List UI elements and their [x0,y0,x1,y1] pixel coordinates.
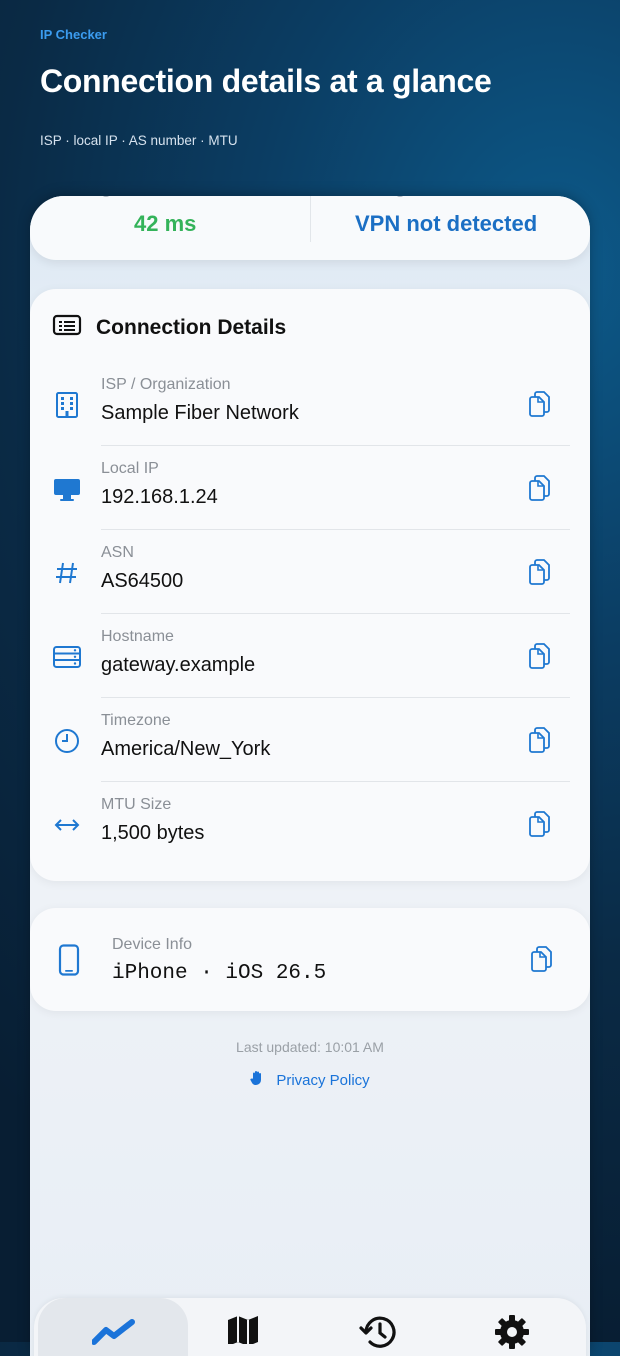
info-row-timezone: Timezone America/New_York [30,698,590,782]
vpn-status-value: VPN not detected [355,211,538,236]
row-value: Sample Fiber Network [101,402,299,424]
gear-icon [492,1312,532,1356]
copy-icon[interactable] [527,726,551,754]
hand-icon [250,1070,264,1091]
row-value: America/New_York [101,738,271,760]
tab-map[interactable] [214,1298,274,1356]
copy-icon[interactable] [527,474,551,502]
info-row-asn: ASN AS64500 [30,530,590,614]
info-row-hostname: Hostname gateway.example [30,614,590,698]
tab-overview[interactable] [38,1298,188,1356]
tab-settings[interactable] [484,1298,544,1356]
monitor-icon [52,474,82,504]
row-label: Local IP [101,460,159,477]
history-icon [359,1314,399,1355]
device-info-label: Device Info [112,936,193,953]
row-value: AS64500 [101,570,184,592]
hero-subtitle: ISP · local IP · AS number · MTU [40,133,238,148]
connection-details-header: Connection Details [52,313,286,342]
clipped-header-right [392,196,522,206]
phone-icon [58,944,80,981]
copy-icon[interactable] [529,945,553,978]
hero-title: Connection details at a glance [40,63,492,99]
copy-icon[interactable] [527,390,551,418]
status-divider [310,196,311,242]
row-label: ASN [101,544,134,561]
copy-icon[interactable] [527,642,551,670]
status-card: 42 ms VPN not detected [30,196,590,260]
info-row-mtu: MTU Size 1,500 bytes [30,782,590,866]
row-value: 192.168.1.24 [101,486,218,508]
clock-icon [52,726,82,756]
server-icon [52,642,82,672]
arrows-left-right-icon [52,810,82,840]
row-value: gateway.example [101,654,256,676]
copy-icon[interactable] [527,558,551,586]
tab-bar [34,1298,586,1356]
device-info-card: Device Info iPhone · iOS 26.5 [30,908,590,1011]
connection-details-title: Connection Details [96,315,287,339]
info-row-local-ip: Local IP 192.168.1.24 [30,446,590,530]
building-icon [52,390,82,420]
list-icon [52,313,82,342]
connection-details-card: Connection Details ISP / Organization Sa… [30,289,590,881]
response-time-value: 42 ms [134,211,197,236]
chart-line-icon [91,1316,136,1351]
app-name: IP Checker [40,27,107,42]
row-label: Timezone [101,712,171,729]
privacy-policy-link[interactable]: Privacy Policy [30,1070,590,1091]
hash-icon [52,558,82,588]
copy-icon[interactable] [527,810,551,838]
clipped-header-left [98,196,288,206]
info-row-isp: ISP / Organization Sample Fiber Network [30,362,590,446]
tab-history[interactable] [349,1298,409,1356]
last-updated: Last updated: 10:01 AM [236,1039,384,1055]
device-info-value: iPhone · iOS 26.5 [112,962,327,985]
row-label: MTU Size [101,796,172,813]
phone-screen: 42 ms VPN not detected Connection Detail… [30,196,590,1356]
map-icon [226,1314,262,1349]
row-label: ISP / Organization [101,376,231,393]
privacy-policy-label: Privacy Policy [276,1072,370,1089]
row-label: Hostname [101,628,174,645]
row-value: 1,500 bytes [101,822,205,844]
